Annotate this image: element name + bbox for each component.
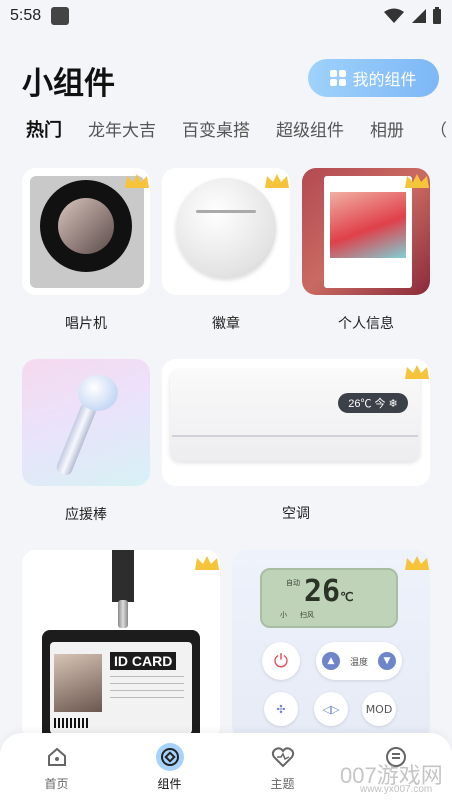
tab-super-widgets[interactable]: 超级组件 xyxy=(276,116,344,146)
lcd-temperature: 26℃ xyxy=(304,574,354,609)
grid-icon xyxy=(330,70,347,86)
watermark-url: www.yx007.com xyxy=(360,784,433,795)
page-title: 小组件 xyxy=(22,66,115,102)
battery-icon xyxy=(433,7,441,24)
id-card-photo xyxy=(54,654,102,712)
theme-icon xyxy=(269,743,297,771)
temperature-label: 温度 xyxy=(349,657,368,668)
crown-icon xyxy=(125,174,149,188)
my-widgets-button[interactable]: 我的组件 xyxy=(308,59,439,97)
crown-icon xyxy=(405,365,429,379)
mod-label: MOD xyxy=(365,702,393,716)
lanyard-clip xyxy=(118,600,128,628)
category-tabs: 热门 龙年大吉 百变桌搭 超级组件 相册 （ xyxy=(26,116,452,146)
widget-card-id-card[interactable]: ID CARD xyxy=(22,550,220,740)
fan-button[interactable]: ✣ xyxy=(264,692,298,726)
lcd-small-label-1: 小 xyxy=(280,611,287,619)
temp-up-icon[interactable]: ▲ xyxy=(322,652,340,670)
swing-button[interactable]: ◁▷ xyxy=(314,692,348,726)
nav-home-label: 首页 xyxy=(44,777,69,791)
widget-label-badge: 徽章 xyxy=(212,316,240,332)
temp-down-icon[interactable]: ▼ xyxy=(377,652,396,670)
tab-dragon-year[interactable]: 龙年大吉 xyxy=(88,116,156,146)
crown-icon xyxy=(405,174,429,188)
tab-hot[interactable]: 热门 xyxy=(26,116,62,146)
widget-label-profile: 个人信息 xyxy=(338,316,394,332)
temperature-control[interactable]: ▲ 温度 ▼ xyxy=(316,642,402,680)
widget-card-light-stick[interactable] xyxy=(22,359,150,486)
home-icon xyxy=(43,743,71,771)
lcd-temp-unit: ℃ xyxy=(340,590,354,604)
nav-widgets-label: 组件 xyxy=(157,777,182,791)
ac-vent xyxy=(172,435,418,449)
crown-icon xyxy=(195,556,219,570)
lcd-small-label-2: 扫风 xyxy=(300,611,314,619)
lcd-mode-label: 自动 xyxy=(286,579,300,587)
lanyard xyxy=(112,550,134,602)
status-bar: 5:58 xyxy=(0,0,452,32)
light-stick-head xyxy=(78,375,118,411)
badge-pin-bar xyxy=(196,210,256,213)
widget-label-light-stick: 应援棒 xyxy=(65,507,107,523)
nav-widgets[interactable]: 组件 xyxy=(113,733,226,803)
id-card-lines xyxy=(110,676,184,700)
badge-pin xyxy=(176,178,276,278)
widget-icon xyxy=(155,743,184,771)
widget-card-remote[interactable]: 自动 小 扫风 26℃ ⏻ ▲ 温度 ▼ ✣ ◁▷ MOD xyxy=(232,550,430,740)
id-card-title: ID CARD xyxy=(110,652,177,670)
my-widgets-label: 我的组件 xyxy=(352,70,417,89)
tab-album[interactable]: 相册 xyxy=(370,116,404,146)
header: 小组件 我的组件 xyxy=(22,56,442,102)
signal-icon xyxy=(412,9,426,23)
wifi-icon xyxy=(384,8,404,23)
widget-card-air-conditioner[interactable]: 26℃ 今 ❄ xyxy=(162,359,430,486)
crown-icon xyxy=(265,174,289,188)
nav-themes[interactable]: 主题 xyxy=(226,733,339,803)
status-time: 5:58 xyxy=(10,7,42,24)
profile-photo xyxy=(330,192,406,258)
notification-icon xyxy=(51,7,70,25)
mode-button[interactable]: MOD xyxy=(362,692,396,726)
nav-home[interactable]: 首页 xyxy=(0,733,113,803)
widget-label-air-conditioner: 空调 xyxy=(282,506,310,522)
widget-label-record-player: 唱片机 xyxy=(65,316,107,332)
vinyl-photo xyxy=(58,198,114,254)
tab-desk[interactable]: 百变桌搭 xyxy=(182,116,250,146)
id-card-barcode xyxy=(54,718,90,728)
nav-themes-label: 主题 xyxy=(270,777,295,791)
ac-display: 26℃ 今 ❄ xyxy=(338,393,408,413)
lcd-temp-value: 26 xyxy=(304,574,341,609)
crown-icon xyxy=(405,556,429,570)
status-icons xyxy=(384,7,442,25)
tab-more[interactable]: （ xyxy=(430,116,447,146)
power-button[interactable]: ⏻ xyxy=(262,642,300,680)
